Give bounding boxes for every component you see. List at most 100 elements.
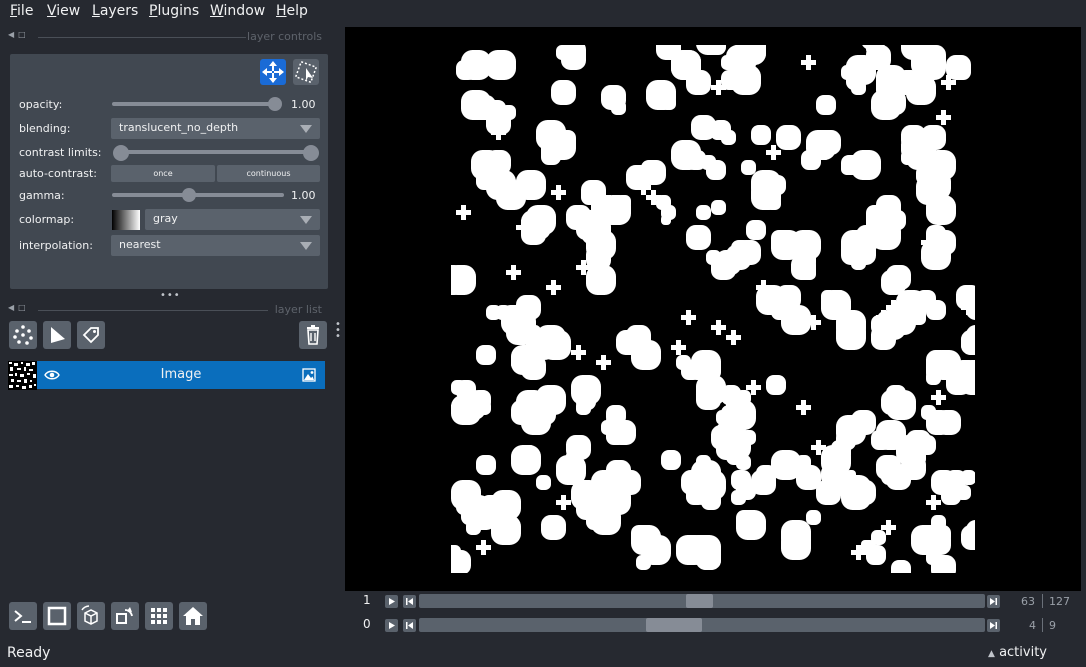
colormap-value: gray: [153, 212, 178, 225]
play-button[interactable]: [385, 619, 398, 632]
step-back-button[interactable]: [403, 619, 416, 632]
gamma-label: gamma:: [19, 189, 65, 202]
menu-help[interactable]: Help: [276, 3, 308, 19]
auto-contrast-continuous-button[interactable]: continuous: [217, 165, 320, 182]
step-back-button[interactable]: [403, 595, 416, 608]
reset-view-button[interactable]: [179, 602, 207, 630]
menu-view[interactable]: View: [47, 3, 80, 19]
layer-controls-panel: opacity: 1.00 blending: translucent_no_d…: [10, 54, 328, 289]
step-back-icon: [406, 622, 413, 629]
dim-slider-thumb[interactable]: [646, 618, 702, 632]
image-layer-type-icon: [302, 368, 316, 382]
menu-window[interactable]: Window: [210, 3, 265, 19]
step-forward-icon: [990, 598, 997, 605]
chevron-down-icon: [300, 216, 312, 224]
header-divider: [38, 310, 268, 311]
layer-name: Image: [160, 367, 202, 382]
pan-zoom-button[interactable]: [260, 59, 286, 85]
new-shapes-icon: [51, 327, 65, 343]
step-forward-icon: [990, 622, 997, 629]
roll-3d-icon: [81, 605, 98, 625]
chevron-down-icon: [300, 242, 312, 250]
opacity-value: 1.00: [291, 98, 316, 111]
move-arrows-icon: [262, 61, 284, 83]
menu-plugins[interactable]: Plugins: [149, 3, 199, 19]
menu-bar: File View Layers Plugins Window Help: [0, 0, 1086, 24]
chevron-up-icon: ▲: [988, 649, 995, 659]
blending-label: blending:: [19, 122, 71, 135]
dim-total-value: 127: [1049, 595, 1070, 608]
status-message: Ready: [7, 645, 51, 661]
dock-float-icons[interactable]: ◀□: [8, 30, 30, 39]
colormap-preview: [112, 210, 140, 230]
menu-layers[interactable]: Layers: [92, 3, 138, 19]
transform-button[interactable]: [293, 59, 319, 85]
dim-axis-label: 1: [363, 593, 371, 607]
dim-current-value: 63: [1021, 595, 1035, 608]
grid-icon: [151, 608, 167, 624]
transform-icon: [294, 60, 318, 84]
play-button[interactable]: [385, 595, 398, 608]
layer-list-options-icon[interactable]: • • •: [335, 320, 341, 342]
dim-separator: [1042, 618, 1043, 632]
dim-axis-label: 0: [363, 617, 371, 631]
interpolation-label: interpolation:: [19, 239, 93, 252]
auto-contrast-once-button[interactable]: once: [111, 165, 215, 182]
roll-dimensions-button[interactable]: [77, 602, 105, 630]
play-icon: [389, 622, 395, 629]
ndisplay-button[interactable]: [43, 602, 71, 630]
interpolation-value: nearest: [119, 238, 161, 251]
new-points-icon: [13, 325, 33, 345]
dim-total-value: 9: [1049, 619, 1056, 632]
layer-thumbnail[interactable]: [8, 361, 37, 390]
transpose-icon: [116, 607, 133, 624]
step-forward-button[interactable]: [987, 595, 1000, 608]
layer-thumbnail-image: [8, 361, 37, 390]
step-back-icon: [406, 598, 413, 605]
blending-dropdown[interactable]: translucent_no_depth: [111, 118, 320, 139]
contrast-limits-track[interactable]: [120, 150, 310, 154]
contrast-limits-low-handle[interactable]: [113, 145, 129, 161]
image-layer-render: [451, 45, 975, 573]
gamma-slider-track[interactable]: [112, 193, 284, 197]
layer-list-header: ◀□ layer list: [8, 303, 322, 317]
activity-button[interactable]: ▲ activity: [988, 645, 1047, 660]
delete-layer-button[interactable]: [299, 321, 327, 349]
contrast-limits-label: contrast limits:: [19, 146, 102, 159]
new-shapes-layer-button[interactable]: [43, 321, 71, 349]
gamma-slider-handle[interactable]: [182, 188, 196, 202]
interpolation-dropdown[interactable]: nearest: [111, 235, 320, 256]
dims-slider-row: 0 4 9: [345, 614, 1086, 636]
dim-slider-thumb[interactable]: [686, 594, 713, 608]
contrast-limits-high-handle[interactable]: [303, 145, 319, 161]
dock-float-icons[interactable]: ◀□: [8, 303, 30, 312]
new-labels-layer-button[interactable]: [77, 321, 105, 349]
layer-controls-header: ◀□ layer controls: [8, 30, 322, 44]
opacity-slider-track[interactable]: [112, 102, 276, 106]
console-button[interactable]: [9, 602, 37, 630]
layer-controls-title: layer controls: [247, 30, 322, 43]
blending-value: translucent_no_depth: [119, 121, 239, 134]
menu-file[interactable]: File: [10, 3, 33, 19]
opacity-slider-handle[interactable]: [268, 97, 282, 111]
layer-list-item[interactable]: Image: [37, 361, 325, 389]
step-forward-button[interactable]: [987, 619, 1000, 632]
transpose-dimensions-button[interactable]: [111, 602, 139, 630]
new-points-layer-button[interactable]: [9, 321, 37, 349]
console-icon: [14, 610, 31, 623]
home-icon: [183, 607, 203, 625]
dim-slider-track[interactable]: [419, 618, 985, 632]
header-divider: [38, 37, 246, 38]
colormap-dropdown[interactable]: gray: [145, 209, 320, 230]
layer-list-title: layer list: [274, 303, 322, 316]
new-labels-icon: [82, 327, 99, 344]
dim-separator: [1042, 594, 1043, 608]
colormap-label: colormap:: [19, 213, 75, 226]
panel-splitter-handle[interactable]: •••: [160, 290, 181, 301]
auto-contrast-label: auto-contrast:: [19, 167, 98, 180]
grid-view-button[interactable]: [145, 602, 173, 630]
delete-layer-icon: [307, 325, 319, 345]
viewer-canvas[interactable]: [345, 27, 1081, 591]
play-icon: [389, 598, 395, 605]
chevron-down-icon: [300, 125, 312, 133]
